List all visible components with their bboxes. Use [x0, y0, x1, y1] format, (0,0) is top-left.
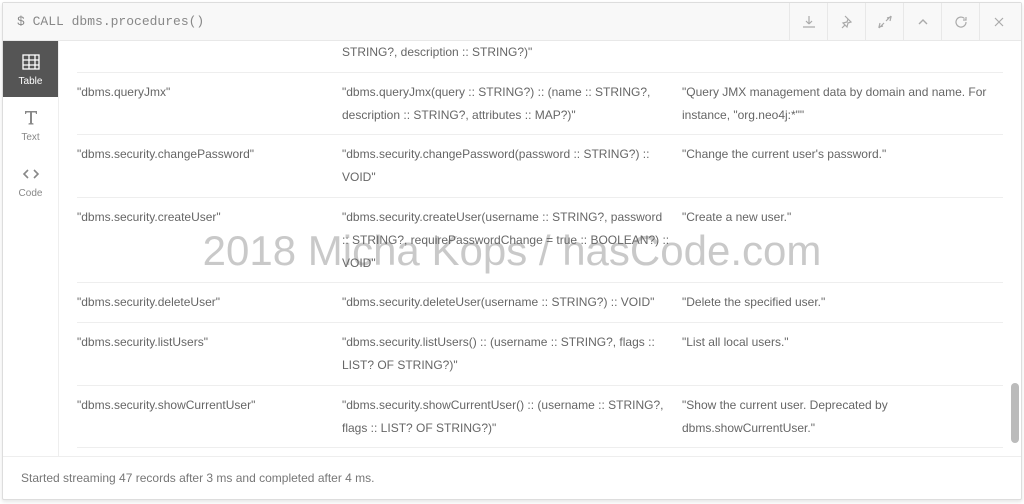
sidebar: Table Text Code	[3, 41, 59, 456]
results-table[interactable]: STRING?, description :: STRING?)" "dbms.…	[59, 41, 1021, 456]
cell-description: "List all local users."	[682, 331, 1003, 377]
status-footer: Started streaming 47 records after 3 ms …	[3, 456, 1021, 499]
sidebar-item-text[interactable]: Text	[3, 97, 58, 153]
code-icon	[21, 164, 41, 184]
sidebar-item-table[interactable]: Table	[3, 41, 58, 97]
expand-button[interactable]	[865, 3, 903, 41]
cell-name: "dbms.security.showCurrentUser"	[77, 394, 342, 440]
sidebar-item-label: Table	[19, 76, 43, 87]
pin-button[interactable]	[827, 3, 865, 41]
expand-icon	[877, 14, 893, 30]
query-header: $ CALL dbms.procedures()	[3, 3, 1021, 41]
sidebar-item-label: Code	[19, 188, 43, 199]
table-row: "dbms.security.changePassword" "dbms.sec…	[77, 135, 1003, 198]
sidebar-item-label: Text	[21, 132, 39, 143]
collapse-up-button[interactable]	[903, 3, 941, 41]
table-row: "dbms.security.createUser" "dbms.securit…	[77, 198, 1003, 283]
cell-description: "Change the current user's password."	[682, 143, 1003, 189]
refresh-icon	[953, 14, 969, 30]
cell-signature: "dbms.security.changePassword(password :…	[342, 143, 682, 189]
cell-signature: STRING?, description :: STRING?)"	[342, 41, 682, 64]
cell-description: "Delete the specified user."	[682, 291, 1003, 314]
query-text: $ CALL dbms.procedures()	[3, 14, 789, 29]
cell-signature: "dbms.security.deleteUser(username :: ST…	[342, 291, 682, 314]
cell-signature: "dbms.queryJmx(query :: STRING?) :: (nam…	[342, 81, 682, 127]
cell-name: "dbms.security.listUsers"	[77, 331, 342, 377]
scrollbar-thumb[interactable]	[1011, 383, 1019, 443]
cell-description: "Show the current user. Deprecated by db…	[682, 394, 1003, 440]
cell-signature: "dbms.security.createUser(username :: ST…	[342, 206, 682, 274]
cell-name: "dbms.queryJmx"	[77, 81, 342, 127]
table-icon	[21, 52, 41, 72]
table-row: "dbms.security.deleteUser" "dbms.securit…	[77, 283, 1003, 323]
text-icon	[21, 108, 41, 128]
download-icon	[801, 14, 817, 30]
close-icon	[991, 14, 1007, 30]
close-button[interactable]	[979, 3, 1017, 41]
table-row: "dbms.queryJmx" "dbms.queryJmx(query :: …	[77, 73, 1003, 136]
download-button[interactable]	[789, 3, 827, 41]
table-row: "dbms.security.showCurrentUser" "dbms.se…	[77, 386, 1003, 449]
sidebar-item-code[interactable]: Code	[3, 153, 58, 209]
cell-description: "Create a new user."	[682, 206, 1003, 274]
toolbar	[789, 3, 1021, 41]
table-row: STRING?, description :: STRING?)"	[77, 41, 1003, 73]
pin-icon	[839, 14, 855, 30]
chevron-up-icon	[915, 14, 931, 30]
cell-name	[77, 41, 342, 64]
cell-description: "Query JMX management data by domain and…	[682, 81, 1003, 127]
cell-name: "dbms.security.changePassword"	[77, 143, 342, 189]
refresh-button[interactable]	[941, 3, 979, 41]
cell-signature: "dbms.security.listUsers() :: (username …	[342, 331, 682, 377]
table-row: "dbms.security.listUsers" "dbms.security…	[77, 323, 1003, 386]
table-row: "dbms.showCurrentUser" "dbms.showCurrent…	[77, 448, 1003, 456]
cell-description	[682, 41, 1003, 64]
cell-name: "dbms.security.createUser"	[77, 206, 342, 274]
cell-signature: "dbms.security.showCurrentUser() :: (use…	[342, 394, 682, 440]
body: Table Text Code STRING?, description :: …	[3, 41, 1021, 456]
cell-name: "dbms.security.deleteUser"	[77, 291, 342, 314]
